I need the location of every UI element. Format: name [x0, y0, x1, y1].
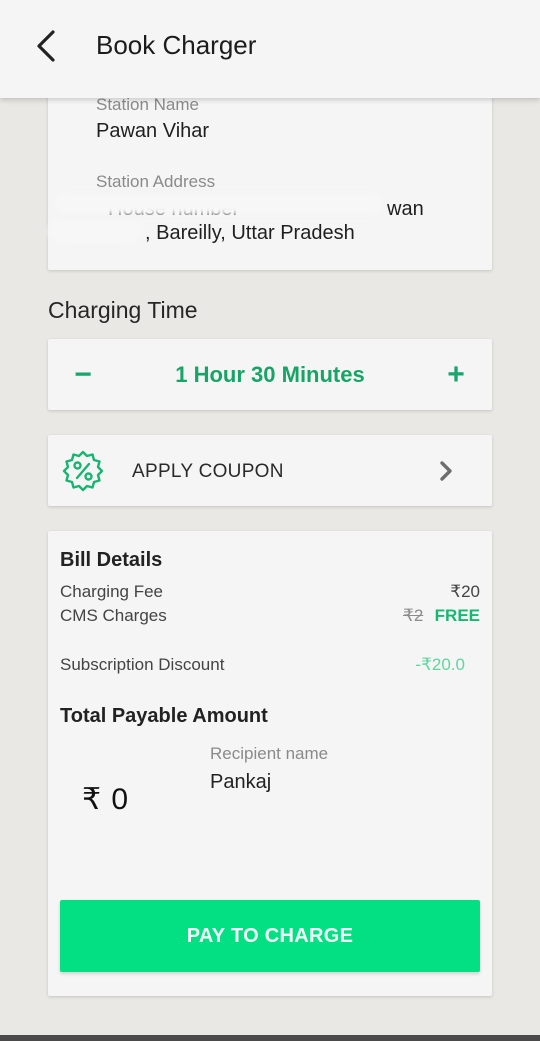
charging-fee-label: Charging Fee: [60, 582, 164, 601]
charging-time-heading: Charging Time: [48, 297, 198, 323]
subscription-discount-amount: -₹20.0: [415, 655, 465, 674]
total-payable-label: Total Payable Amount: [60, 705, 268, 727]
discount-badge-icon: [62, 450, 104, 492]
bottom-bar: [0, 1035, 540, 1041]
cms-charges-label: CMS Charges: [60, 606, 167, 625]
back-button[interactable]: [26, 24, 66, 68]
total-payable-amount: ₹ 0: [82, 783, 130, 816]
cms-charges-free-badge: FREE: [434, 606, 480, 625]
recipient-name-label: Recipient name: [210, 744, 329, 763]
charging-time-stepper: − 1 Hour 30 Minutes +: [48, 339, 492, 410]
station-address-label: Station Address: [96, 172, 216, 191]
arrow-left-icon: [37, 30, 55, 62]
station-address-line2: , Bareilly, Uttar Pradesh: [145, 222, 355, 244]
cms-charges-original-amount: ₹2: [403, 606, 424, 625]
chevron-right-icon: [440, 461, 452, 481]
apply-coupon-label: APPLY COUPON: [132, 461, 284, 482]
pay-to-charge-button[interactable]: PAY TO CHARGE: [60, 900, 480, 972]
station-name-label: Station Name: [96, 95, 199, 114]
redaction-mark: [48, 219, 142, 243]
subscription-discount-label: Subscription Discount: [60, 655, 225, 674]
recipient-name-value: Pankaj: [210, 771, 272, 793]
apply-coupon-button[interactable]: APPLY COUPON: [48, 435, 492, 506]
station-card: Station Name Pawan Vihar Station Address…: [48, 82, 492, 270]
redaction-mark: [54, 194, 384, 214]
bill-details-card: Bill Details Charging Fee ₹20 CMS Charge…: [48, 531, 492, 996]
charging-fee-amount: ₹20: [450, 582, 480, 601]
bill-details-title: Bill Details: [60, 549, 163, 571]
increment-button[interactable]: +: [434, 353, 478, 397]
station-address-line1-right: wan: [387, 198, 424, 220]
charging-time-value: 1 Hour 30 Minutes: [175, 362, 365, 387]
page-title: Book Charger: [96, 30, 257, 60]
station-name-value: Pawan Vihar: [96, 120, 210, 142]
app-bar: Book Charger: [0, 0, 540, 98]
